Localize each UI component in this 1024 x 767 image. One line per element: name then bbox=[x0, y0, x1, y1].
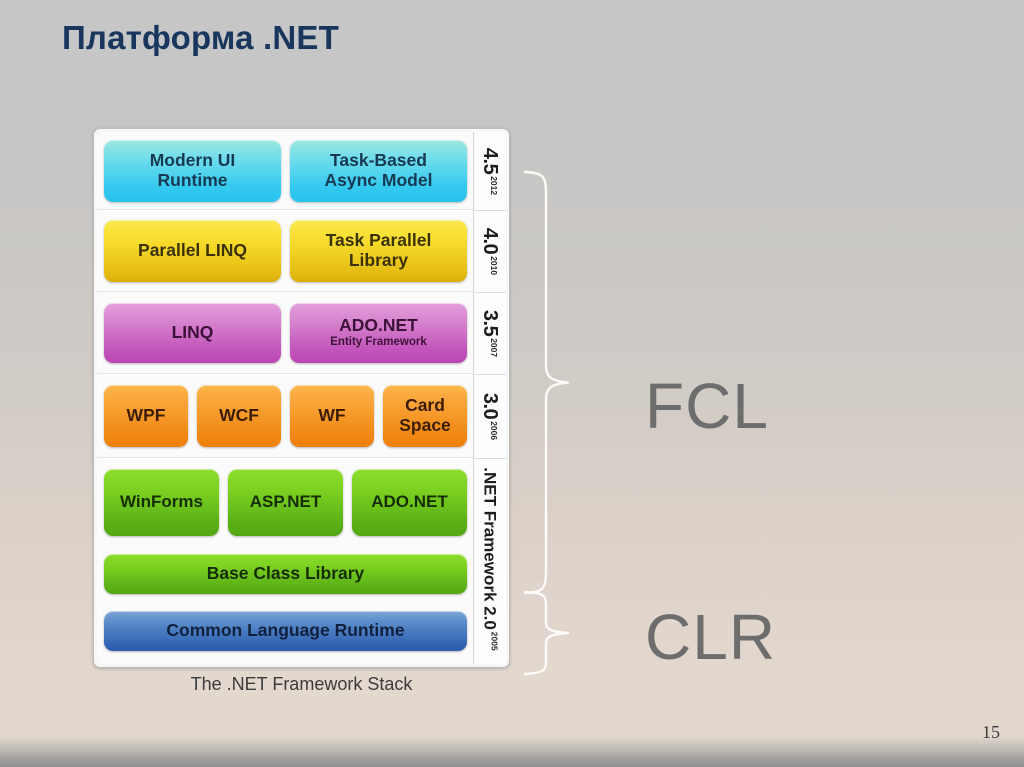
box-line2: Async Model bbox=[324, 169, 433, 190]
box-task-based-async-model[interactable]: Task-Based Async Model bbox=[290, 139, 467, 202]
box-linq[interactable]: LINQ bbox=[104, 302, 281, 363]
box-label: WinForms bbox=[120, 492, 203, 512]
row-boxes: Parallel LINQ Task Parallel Library bbox=[97, 219, 474, 282]
stack-row-45: Modern UI Runtime Task-Based Async Model bbox=[97, 132, 474, 210]
box-label: ADO.NET bbox=[371, 492, 448, 512]
box-label: WCF bbox=[219, 404, 259, 425]
clr-brace-icon bbox=[523, 590, 571, 676]
fcl-brace-icon bbox=[523, 170, 571, 595]
box-line1: Task Parallel bbox=[325, 229, 432, 250]
box-line1: Task-Based bbox=[330, 149, 427, 170]
stack-row-base-class-library: Base Class Library bbox=[97, 546, 474, 602]
row-boxes: LINQ ADO.NET Entity Framework bbox=[97, 302, 474, 363]
box-modern-ui-runtime[interactable]: Modern UI Runtime bbox=[104, 139, 281, 202]
box-parallel-linq[interactable]: Parallel LINQ bbox=[104, 219, 281, 282]
box-label: ADO.NET Entity Framework bbox=[330, 314, 427, 349]
page-title: Платформа .NET bbox=[62, 19, 339, 56]
group-label-fcl: FCL bbox=[645, 370, 769, 442]
version-number: 3.5 bbox=[479, 309, 502, 336]
box-task-parallel-library[interactable]: Task Parallel Library bbox=[290, 219, 467, 282]
box-line2: Runtime bbox=[157, 169, 228, 190]
version-number: .NET Framework 2.0 bbox=[481, 467, 500, 630]
box-label: WPF bbox=[126, 404, 166, 425]
box-ado-net[interactable]: ADO.NET bbox=[352, 468, 467, 536]
version-label-35: 2007 3.5 bbox=[474, 292, 506, 375]
box-wpf[interactable]: WPF bbox=[104, 384, 188, 447]
version-label-40: 2010 4.0 bbox=[474, 210, 506, 293]
box-ado-net-entity-framework[interactable]: ADO.NET Entity Framework bbox=[290, 302, 467, 363]
box-line1: Card bbox=[405, 394, 445, 415]
version-number: 4.0 bbox=[479, 227, 502, 254]
version-label-45: 2012 4.5 bbox=[474, 132, 506, 211]
version-number: 3.0 bbox=[479, 392, 502, 419]
version-year: 2006 bbox=[489, 420, 500, 440]
stack-row-30: WPF WCF WF Card Space bbox=[97, 374, 474, 458]
box-line1: Modern UI bbox=[149, 149, 236, 170]
box-wf[interactable]: WF bbox=[290, 384, 374, 447]
box-label: Card Space bbox=[399, 394, 451, 435]
version-strip: 2012 4.5 2010 4.0 2007 3.5 2006 3.0 2005… bbox=[473, 132, 506, 664]
box-wcf[interactable]: WCF bbox=[197, 384, 281, 447]
figure-caption: The .NET Framework Stack bbox=[190, 674, 413, 694]
box-label: Parallel LINQ bbox=[138, 239, 247, 260]
version-label-net-framework-20: 2005 .NET Framework 2.0 bbox=[474, 458, 506, 660]
box-label: Modern UI Runtime bbox=[149, 149, 236, 190]
stack-card: Modern UI Runtime Task-Based Async Model bbox=[93, 128, 510, 668]
box-label: Task-Based Async Model bbox=[324, 149, 433, 190]
version-year: 2005 bbox=[490, 631, 500, 651]
row-boxes: Common Language Runtime bbox=[97, 611, 474, 651]
group-label-clr: CLR bbox=[645, 601, 777, 673]
row-boxes: WinForms ASP.NET ADO.NET bbox=[97, 468, 474, 536]
box-line2: Library bbox=[348, 249, 409, 270]
box-label: LINQ bbox=[171, 321, 214, 342]
box-line1: ADO.NET bbox=[339, 314, 418, 335]
row-boxes: Base Class Library bbox=[97, 554, 474, 594]
box-label: WF bbox=[318, 404, 346, 425]
box-line2: Space bbox=[399, 414, 451, 435]
version-label-30: 2006 3.0 bbox=[474, 374, 506, 459]
version-year: 2007 bbox=[489, 337, 500, 357]
stack-row-35: LINQ ADO.NET Entity Framework bbox=[97, 292, 474, 374]
box-label: Task Parallel Library bbox=[325, 229, 432, 270]
stack-row-20: WinForms ASP.NET ADO.NET bbox=[97, 458, 474, 546]
dotnet-framework-stack-figure: Modern UI Runtime Task-Based Async Model bbox=[93, 128, 510, 694]
stack-rows-area: Modern UI Runtime Task-Based Async Model bbox=[97, 132, 474, 664]
stack-row-40: Parallel LINQ Task Parallel Library bbox=[97, 210, 474, 292]
box-label: Base Class Library bbox=[206, 563, 365, 584]
box-label: ASP.NET bbox=[249, 492, 322, 512]
box-label: Common Language Runtime bbox=[166, 620, 405, 641]
version-year: 2012 bbox=[489, 175, 500, 195]
version-number: 4.5 bbox=[479, 147, 502, 174]
box-winforms[interactable]: WinForms bbox=[104, 468, 219, 536]
box-sublabel: Entity Framework bbox=[330, 336, 427, 349]
version-year: 2010 bbox=[489, 255, 500, 275]
stack-row-common-language-runtime: Common Language Runtime bbox=[97, 602, 474, 660]
box-base-class-library[interactable]: Base Class Library bbox=[104, 554, 467, 594]
box-common-language-runtime[interactable]: Common Language Runtime bbox=[104, 611, 467, 651]
page-number: 15 bbox=[982, 722, 1000, 742]
row-boxes: WPF WCF WF Card Space bbox=[97, 384, 474, 447]
box-card-space[interactable]: Card Space bbox=[383, 384, 467, 447]
box-asp-net[interactable]: ASP.NET bbox=[228, 468, 343, 536]
row-boxes: Modern UI Runtime Task-Based Async Model bbox=[97, 139, 474, 202]
slide-canvas: Платформа .NET Modern UI Runtime Task-Ba… bbox=[0, 0, 1024, 767]
